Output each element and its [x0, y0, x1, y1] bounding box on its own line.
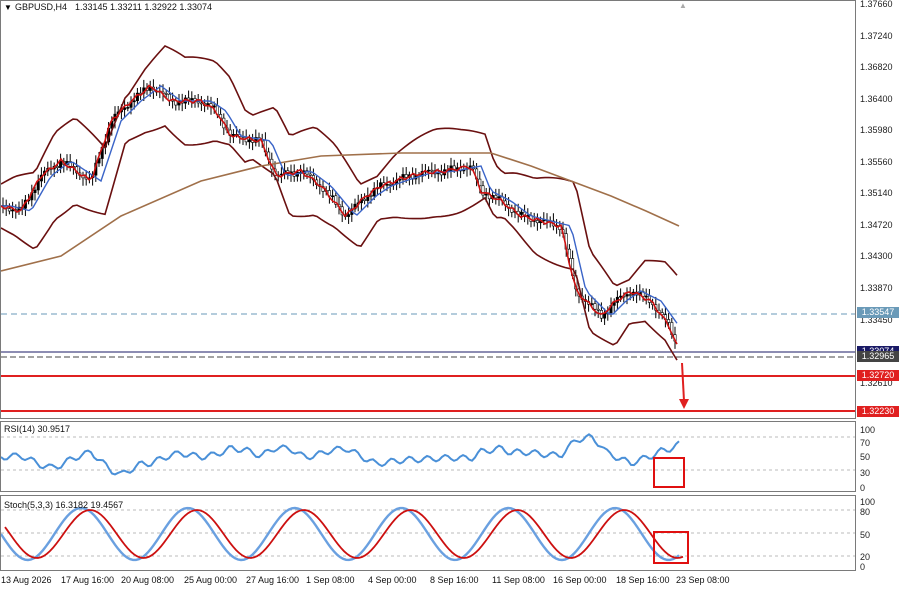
candle-body — [59, 160, 63, 168]
candle-body — [628, 294, 632, 296]
candle-body — [388, 184, 392, 186]
price-tick-label: 1.33870 — [860, 283, 893, 294]
date-tick-label: 18 Sep 16:00 — [616, 575, 670, 585]
candle-body — [430, 169, 434, 172]
date-tick-label: 1 Sep 08:00 — [306, 575, 355, 585]
price-tick-label: 1.36820 — [860, 62, 893, 72]
price-level-tag: 1.33547 — [857, 307, 899, 318]
stoch-label: Stoch(5,3,3) 16.3182 19.4567 — [4, 500, 124, 510]
stoch-highlight-box — [653, 531, 689, 564]
candle-body — [11, 209, 15, 212]
candle-body — [619, 295, 623, 298]
symbol-label: GBPUSD,H4 — [15, 2, 68, 12]
stochastic-chart — [1, 506, 855, 562]
stoch-axis: 100 80 50 20 0 — [856, 495, 900, 572]
candle-body — [126, 107, 130, 109]
candle-body — [7, 208, 11, 212]
candle-body — [55, 165, 59, 168]
rsi-tick-label: 30 — [860, 468, 871, 478]
stoch-tick-label: 50 — [860, 530, 871, 540]
rsi-axis: 100 70 50 30 0 — [856, 421, 900, 493]
rsi-tick-label: 100 — [860, 425, 876, 435]
moving-average-short — [1, 84, 678, 345]
candle-body — [667, 319, 671, 323]
trading-terminal: ▼ GBPUSD,H4 1.33145 1.33211 1.32922 1.33… — [0, 0, 900, 590]
candle-body — [404, 174, 408, 178]
price-level-tag: 1.32230 — [857, 406, 899, 417]
date-tick-label: 4 Sep 00:00 — [368, 575, 417, 585]
date-tick-label: 8 Sep 16:00 — [430, 575, 479, 585]
candle-body — [33, 189, 37, 193]
rsi-highlight-box — [653, 457, 685, 488]
price-tick-label: 1.35140 — [860, 188, 893, 198]
price-tick-label: 1.34720 — [860, 219, 893, 230]
candle-body — [132, 100, 136, 103]
candle-body — [347, 214, 351, 217]
candle-body — [596, 308, 600, 311]
candle-body — [535, 220, 539, 224]
candle-body — [519, 211, 523, 215]
candle-body — [247, 139, 251, 143]
candle-body — [625, 294, 629, 297]
candle-body — [494, 195, 498, 199]
rsi-tick-label: 0 — [860, 483, 866, 493]
forecast-arrow — [681, 362, 685, 402]
forecast-arrow-head — [679, 399, 689, 409]
rsi-chart — [1, 433, 855, 476]
stochastic-pane[interactable]: Stoch(5,3,3) 16.3182 19.4567 — [0, 495, 856, 571]
date-tick-label: 16 Sep 00:00 — [553, 575, 607, 585]
price-level-tag: 1.32720 — [857, 370, 899, 381]
candle-body — [308, 173, 312, 176]
candle-body — [439, 172, 443, 176]
rsi-pane[interactable]: RSI(14) 30.9517 — [0, 421, 856, 492]
collapse-arrow-icon[interactable]: ▼ — [4, 3, 12, 12]
date-tick-label: 17 Aug 16:00 — [61, 575, 115, 585]
date-tick-label: 11 Sep 08:00 — [492, 575, 545, 585]
date-tick-label: 13 Aug 2026 — [1, 575, 52, 585]
rsi-line — [1, 433, 680, 476]
scroll-marker-icon[interactable]: ▲ — [679, 1, 687, 10]
candle-body — [363, 198, 367, 201]
candle-body — [190, 98, 194, 101]
rsi-label: RSI(14) 30.9517 — [4, 424, 71, 434]
date-tick-label: 20 Aug 08:00 — [121, 575, 175, 585]
price-tick-label: 1.35560 — [860, 156, 893, 167]
price-tick-label: 1.37660 — [860, 0, 893, 9]
candle-body — [484, 193, 488, 196]
candle-body — [331, 195, 335, 198]
price-tick-label: 1.37240 — [860, 30, 893, 41]
stoch-tick-label: 80 — [860, 507, 871, 517]
price-level-tag: 1.32965 — [857, 351, 899, 362]
rsi-tick-label: 70 — [860, 438, 871, 448]
quote-label: 1.33145 1.33211 1.32922 1.33074 — [75, 2, 212, 12]
candle-body — [427, 169, 431, 172]
stoch-tick-label: 100 — [860, 497, 876, 507]
candle-body — [497, 196, 501, 199]
rsi-tick-label: 50 — [860, 452, 871, 462]
candle-body — [385, 184, 389, 186]
price-chart-pane[interactable]: ▼ GBPUSD,H4 1.33145 1.33211 1.32922 1.33… — [0, 0, 856, 419]
candle-body — [593, 303, 597, 310]
date-tick-label: 23 Sep 08:00 — [676, 575, 730, 585]
price-tick-label: 1.36400 — [860, 93, 893, 104]
price-tick-label: 1.34300 — [860, 251, 893, 261]
stoch-tick-label: 20 — [860, 552, 871, 562]
price-tick-label: 1.35980 — [860, 125, 893, 135]
time-axis[interactable]: 13 Aug 2026 17 Aug 16:00 20 Aug 08:00 25 Au… — [0, 571, 900, 590]
candle-body — [164, 93, 168, 95]
date-tick-label: 27 Aug 16:00 — [246, 575, 300, 585]
candle-body — [167, 93, 171, 101]
date-tick-label: 25 Aug 00:00 — [184, 575, 238, 585]
candle-body — [644, 295, 648, 298]
candle-body — [196, 101, 200, 104]
price-chart — [1, 45, 855, 412]
